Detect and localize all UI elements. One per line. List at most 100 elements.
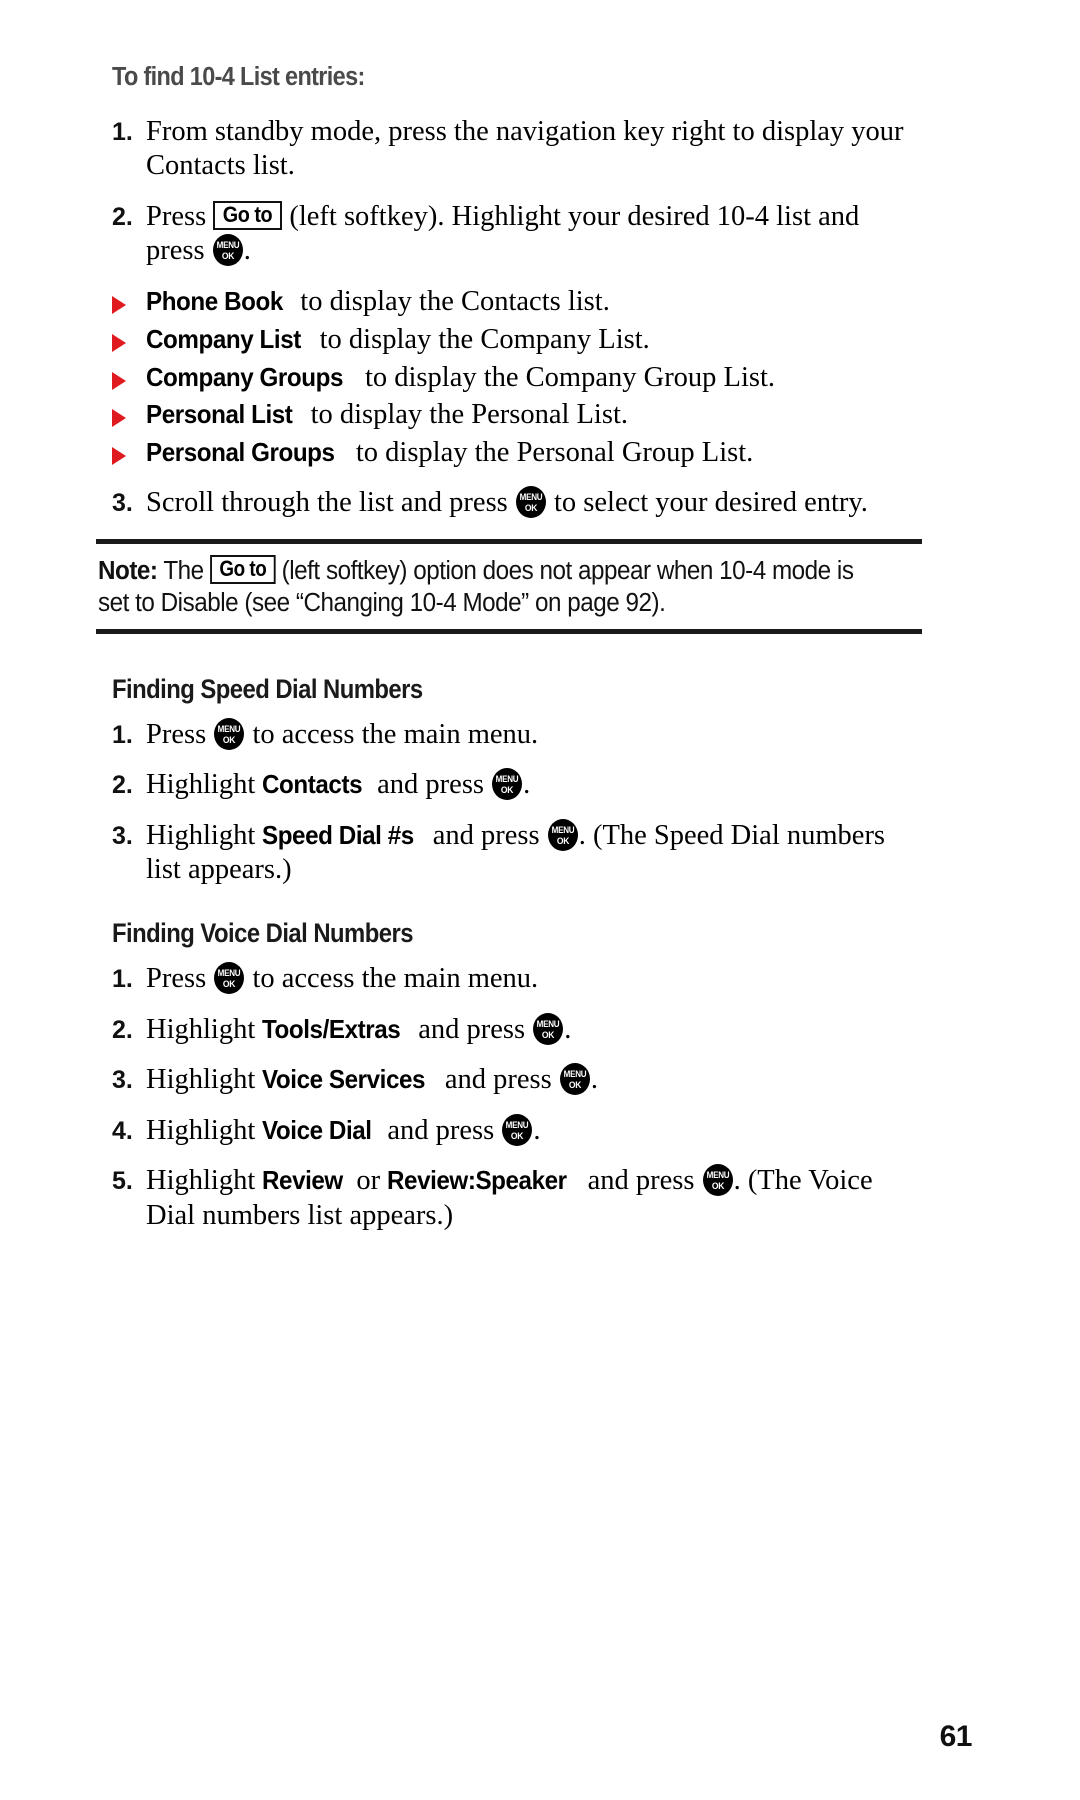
menu-ok-key-top: MENU — [216, 240, 240, 252]
step-item: 1. Press MENU OK to access the main menu. — [112, 717, 922, 753]
menu-ok-key-bottom: OK — [223, 734, 236, 746]
menu-item-name: Company List — [146, 323, 301, 354]
triangle-bullet-icon — [112, 323, 146, 352]
bullet-item: Personal List to display the Personal Li… — [112, 398, 922, 433]
step-text-run: Scroll through the list and press — [146, 486, 515, 518]
menu-ok-key-bottom: OK — [542, 1029, 555, 1041]
manual-page: To find 10-4 List entries: 1. From stand… — [0, 0, 1080, 1800]
menu-ok-key-icon: MENU OK — [547, 818, 578, 851]
step-text: Press MENU OK to access the main menu. — [146, 717, 922, 753]
step-item: 3. Highlight Voice Services and press ME… — [112, 1063, 922, 1098]
menu-ok-key-bottom: OK — [221, 251, 235, 263]
step-text-run: or — [349, 1165, 388, 1197]
step-text-run: Press — [146, 962, 214, 994]
step-number: 1. — [112, 720, 133, 749]
menu-ok-key-bottom: OK — [511, 1130, 524, 1142]
note-text: Note: The Go to (left softkey) option do… — [96, 544, 922, 629]
menu-ok-key-icon: MENU OK — [212, 234, 243, 267]
menu-ok-key-top: MENU — [563, 1069, 587, 1081]
step-item: 2. Highlight Tools/Extras and press MENU… — [112, 1012, 922, 1048]
step-text-run: Highlight — [146, 1114, 263, 1146]
step-item: 3. Scroll through the list and press MEN… — [112, 485, 922, 521]
bullet-description: to display the Company List. — [312, 323, 650, 355]
step-number: 4. — [112, 1116, 133, 1145]
bullet-item: Company Groups to display the Company Gr… — [112, 361, 922, 396]
menu-item-name: Voice Dial — [262, 1114, 372, 1145]
step-item: 2. Press Go to (left softkey). Highlight… — [112, 200, 922, 269]
menu-item-name: Review — [262, 1165, 344, 1196]
step-number: 2. — [112, 1015, 133, 1044]
menu-item-name: Personal List — [146, 399, 293, 430]
menu-ok-key-top: MENU — [519, 491, 543, 503]
bullet-text: Phone Book to display the Contacts list. — [146, 285, 922, 320]
page-number: 61 — [939, 1720, 973, 1753]
step-text-run: Press — [146, 718, 214, 750]
menu-ok-key-top: MENU — [505, 1119, 529, 1131]
bullet-item: Phone Book to display the Contacts list. — [112, 285, 922, 320]
softkey-label: Go to — [223, 201, 273, 227]
bullet-text: Company List to display the Company List… — [146, 323, 922, 358]
menu-ok-key-icon: MENU OK — [702, 1164, 733, 1197]
step-text: Highlight Review or Review:Speaker and p… — [146, 1164, 922, 1233]
menu-ok-key-top: MENU — [706, 1170, 729, 1182]
menu-ok-key-bottom: OK — [223, 978, 236, 990]
step-number: 3. — [112, 488, 133, 517]
step-text-run: and press — [411, 1013, 533, 1045]
step-text-run: to access the main menu. — [245, 718, 539, 750]
step-text-run: and press — [425, 819, 547, 851]
step-number: 3. — [112, 1066, 133, 1095]
bullet-description: to display the Personal List. — [303, 399, 628, 431]
menu-item-name: Tools/Extras — [262, 1013, 401, 1044]
menu-item-name: Review:Speaker — [387, 1165, 567, 1196]
menu-ok-key-icon: MENU OK — [492, 768, 523, 801]
menu-item-name: Personal Groups — [146, 437, 335, 468]
menu-ok-key-icon: MENU OK — [214, 961, 245, 994]
step-text-run: . — [533, 1114, 541, 1146]
step-text-run: and press — [370, 769, 492, 801]
step-text-run: Highlight — [146, 1064, 263, 1096]
bullet-description: to display the Contacts list. — [293, 286, 610, 318]
bullet-text: Company Groups to display the Company Gr… — [146, 361, 922, 396]
menu-ok-key-top: MENU — [536, 1018, 560, 1030]
step-text: Highlight Voice Services and press MENU O… — [146, 1063, 922, 1098]
step-text-run: Highlight — [146, 1013, 263, 1045]
menu-item-name: Speed Dial #s — [262, 819, 415, 850]
step-text: Press MENU OK to access the main menu. — [146, 961, 922, 997]
step-number: 3. — [112, 821, 133, 850]
menu-ok-key-top: MENU — [217, 723, 241, 735]
step-item: 5. Highlight Review or Review:Speaker an… — [112, 1164, 922, 1233]
menu-item-name: Contacts — [262, 769, 363, 800]
step-text: Highlight Voice Dial and press MENU OK. — [146, 1113, 922, 1149]
section-heading-voice-dial: Finding Voice Dial Numbers — [112, 918, 413, 949]
softkey-goto-icon: Go to — [209, 554, 276, 585]
menu-ok-key-top: MENU — [495, 774, 519, 786]
bullet-item: Personal Groups to display the Personal … — [112, 436, 922, 471]
step-text-run: . — [523, 769, 531, 801]
bullet-text: Personal Groups to display the Personal … — [146, 436, 922, 471]
menu-ok-key-bottom: OK — [500, 785, 514, 797]
menu-ok-key-bottom: OK — [556, 835, 570, 847]
triangle-bullet-icon — [112, 285, 146, 315]
step-text-run: Press — [146, 200, 214, 232]
step-text-run: . — [243, 235, 251, 267]
note-text-run: The — [157, 556, 210, 585]
page-content: To find 10-4 List entries: 1. From stand… — [96, 62, 922, 1238]
step-text: Press Go to (left softkey). Highlight yo… — [146, 200, 922, 269]
menu-item-name: Phone Book — [146, 286, 283, 317]
step-text: Highlight Speed Dial #s and press MENU OK… — [146, 818, 922, 888]
triangle-bullet-icon — [112, 361, 146, 390]
step-text-run: Highlight — [146, 769, 263, 801]
step-text-run: and press — [437, 1064, 559, 1096]
